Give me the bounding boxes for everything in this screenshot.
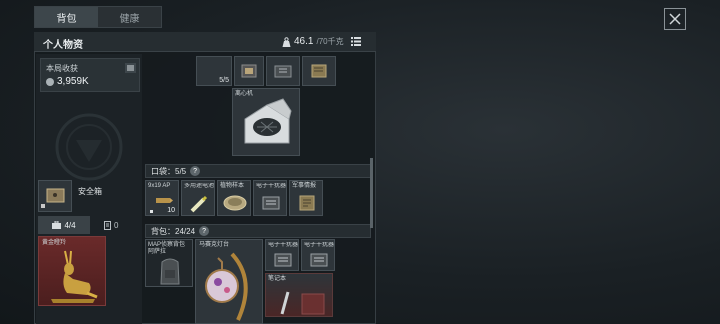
top-item-3[interactable]: [266, 56, 300, 86]
backpack-item-jammer-2[interactable]: 电子干扰器: [301, 239, 335, 271]
tab-health[interactable]: 健康: [98, 7, 161, 27]
golden-gazelle-slot[interactable]: 黄金瞪羚: [38, 236, 106, 306]
intel-folder-icon: [311, 64, 327, 78]
pocket-item-ammo[interactable]: 9x19 AP 10: [145, 180, 179, 216]
mosaic-lamp-icon: [205, 252, 248, 321]
pocket-title: 口袋：5/5: [151, 166, 187, 176]
pocket-help-icon[interactable]: ?: [190, 166, 201, 176]
centrifuge-slot[interactable]: 离心机: [232, 88, 300, 156]
faction-emblem-icon: [55, 113, 123, 181]
plant-sample-label: 植物样本: [220, 183, 245, 189]
battery-label: 多用途电池: [184, 183, 215, 189]
weight-max: /70千克: [316, 37, 344, 46]
backpack-help-icon[interactable]: ?: [199, 226, 210, 236]
close-button[interactable]: [664, 8, 686, 30]
top-item-count: 5/5: [219, 77, 229, 84]
harvest-value-row: 3,959K: [46, 76, 89, 87]
harvest-box: 本局收获 3,959K: [40, 58, 140, 92]
golden-gazelle-icon: [51, 250, 98, 303]
harvest-title: 本局收获: [46, 64, 78, 73]
list-icon[interactable]: [350, 37, 361, 46]
jammer-1-icon: [274, 253, 292, 267]
top-tabs: 背包 健康: [34, 6, 162, 28]
ammo-label: 9x19 AP: [148, 183, 171, 189]
backpack-header: 背包：24/24 ?: [145, 224, 371, 238]
notebook-icon: [280, 291, 325, 315]
top-item-2[interactable]: [234, 56, 264, 86]
pocket-item-jammer[interactable]: 电子干扰器: [253, 180, 287, 216]
top-item-4[interactable]: [302, 56, 336, 86]
toolbox-icon: [52, 221, 62, 229]
card-icon: [104, 220, 111, 230]
ammo-marker-icon: [150, 210, 153, 213]
notebook-label: 笔记本: [268, 276, 287, 282]
jammer-2-label: 电子干扰器: [304, 242, 335, 248]
safe-box-icon: [41, 188, 65, 208]
petri-dish-icon: [223, 195, 247, 211]
card-counter-value: 0: [114, 220, 119, 230]
tab-backpack[interactable]: 背包: [35, 7, 98, 27]
golden-gazelle-label: 黄金瞪羚: [42, 240, 67, 246]
centrifuge-icon: [244, 98, 292, 144]
ammo-icon: [156, 198, 173, 203]
pocket-header: 口袋：5/5 ?: [145, 164, 371, 178]
ammo-count: 10: [167, 207, 175, 214]
electronics-icon: [241, 64, 257, 78]
panel-title: 个人物资: [43, 40, 83, 51]
card-counter[interactable]: 0: [104, 216, 138, 234]
pocket-item-plant-sample[interactable]: 植物样本: [217, 180, 251, 216]
jammer-label: 电子干扰器: [256, 183, 287, 189]
weight-icon: [282, 36, 291, 47]
jammer-device-icon: [262, 196, 280, 210]
backpack-item-jammer-1[interactable]: 电子干扰器: [265, 239, 299, 271]
jammer-1-label: 电子干扰器: [268, 242, 299, 248]
mosaic-lamp-label: 马赛克灯台: [199, 242, 230, 248]
intel-document-icon: [299, 195, 315, 211]
panel-scrollbar[interactable]: [370, 158, 373, 228]
safe-box-slot[interactable]: [38, 180, 72, 212]
weight-display: 46.1 /70千克: [282, 36, 361, 47]
tool-counter-value: 4/4: [64, 220, 76, 230]
top-item-1[interactable]: 5/5: [196, 56, 232, 86]
pocket-item-intel[interactable]: 军事情报: [289, 180, 323, 216]
pocket-item-battery[interactable]: 多用途电池: [181, 180, 215, 216]
safe-box-label: 安全箱: [78, 187, 102, 196]
intel-label: 军事情报: [292, 183, 317, 189]
coin-icon: [46, 77, 54, 86]
weight-value: 46.1: [294, 36, 314, 47]
backpack-item-notebook[interactable]: 笔记本: [265, 273, 333, 317]
close-icon: [669, 13, 681, 25]
backpack-title: 背包：24/24: [151, 226, 196, 236]
harvest-list-icon[interactable]: [125, 63, 136, 73]
recon-bag-label: MAP侦察背包 阿萨拉: [148, 242, 186, 255]
jammer-2-icon: [310, 253, 328, 267]
jammer-icon: [274, 65, 292, 78]
backpack-item-mosaic-lamp[interactable]: 马赛克灯台: [195, 239, 263, 324]
tool-counter[interactable]: 4/4: [38, 216, 90, 234]
harvest-value: 3,959K: [57, 76, 89, 87]
backpack-icon: [160, 258, 180, 285]
battery-icon: [190, 195, 208, 213]
backpack-item-recon-bag[interactable]: MAP侦察背包 阿萨拉: [145, 239, 193, 287]
